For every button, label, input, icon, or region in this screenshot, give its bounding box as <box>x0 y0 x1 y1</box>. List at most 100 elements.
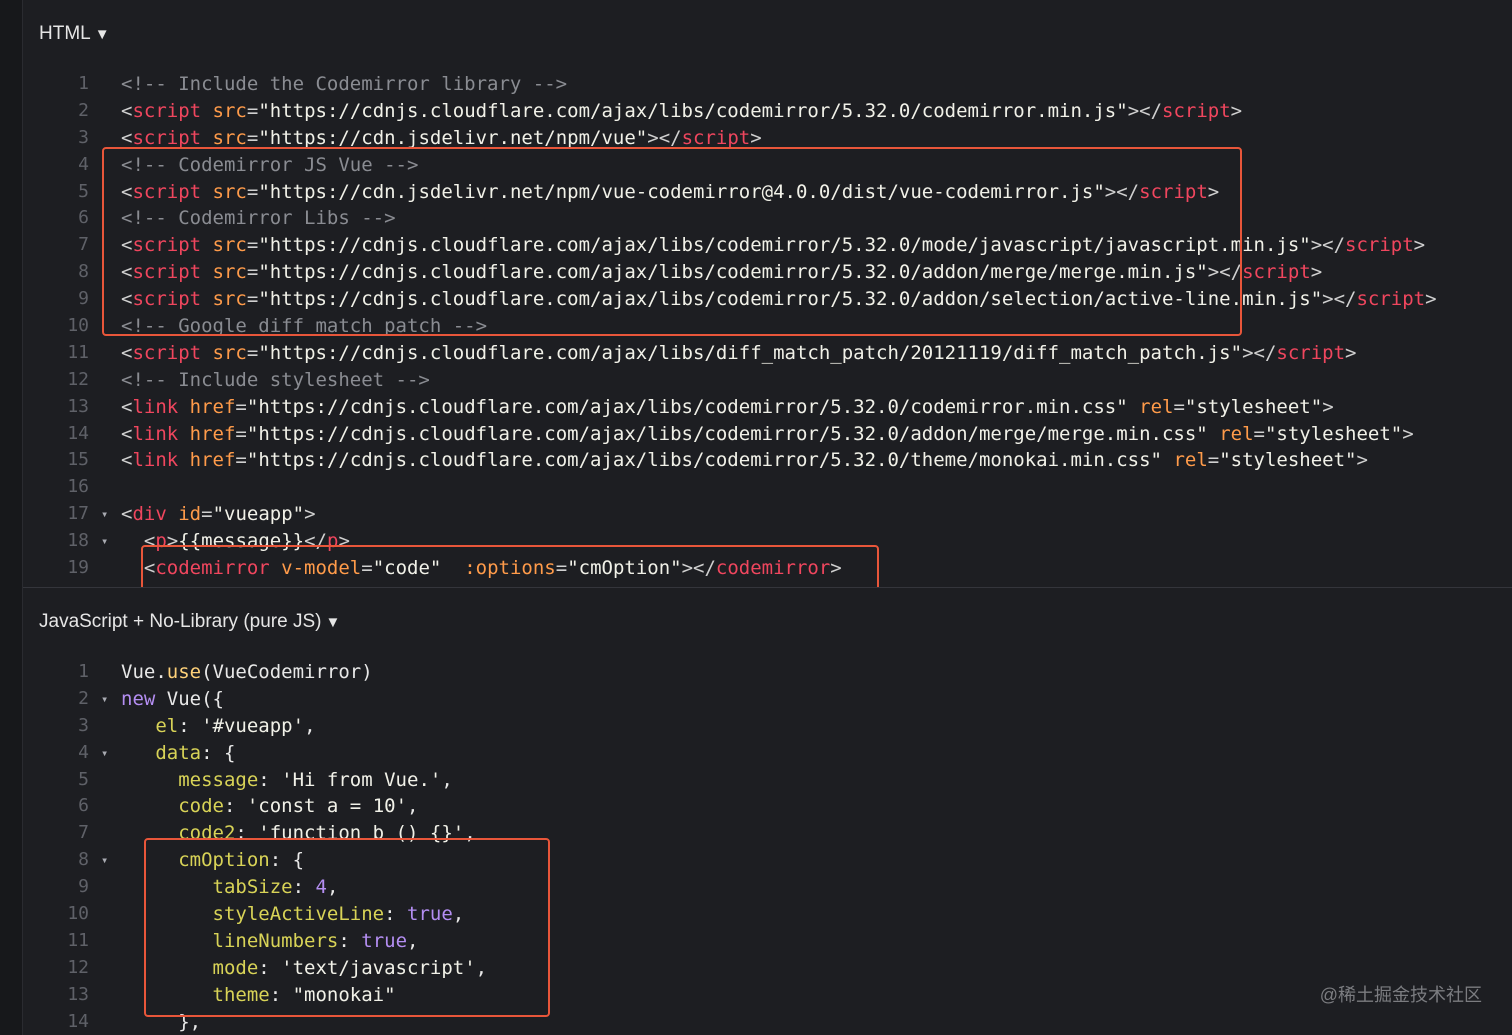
code-token: src <box>201 341 247 364</box>
code-text: <link href="https://cdnjs.cloudflare.com… <box>121 394 1334 421</box>
code-line[interactable]: 4 ▾ data: { <box>23 740 1512 767</box>
line-number: 1 <box>78 661 89 682</box>
code-line[interactable]: 18 ▾ <p>{{message}}</p> <box>23 528 1512 555</box>
code-token: > <box>1230 99 1243 122</box>
code-token: Vue. <box>121 661 167 683</box>
code-token: > <box>1207 180 1220 203</box>
code-token: > <box>338 530 350 553</box>
code-text: <script src="https://cdn.jsdelivr.net/np… <box>121 179 1219 206</box>
code-token: = <box>235 395 247 418</box>
code-token: script <box>132 261 202 284</box>
code-text: code2: 'function b () {}', <box>121 820 475 847</box>
fold-toggle-icon[interactable]: ▾ <box>101 528 108 555</box>
code-token: {{message}} <box>178 530 305 553</box>
code-line[interactable]: 9 tabSize: 4, <box>23 874 1512 901</box>
code-token: < <box>121 234 133 257</box>
code-line[interactable]: 2 <script src="https://cdnjs.cloudflare.c… <box>23 98 1512 125</box>
code-token: , <box>304 714 316 737</box>
code-line[interactable]: 16 <box>23 474 1512 501</box>
line-number: 3 <box>78 126 89 148</box>
code-token: "https://cdn.jsdelivr.net/npm/vue-codemi… <box>258 180 1105 203</box>
code-text: Vue.use(VueCodemirror) <box>121 659 373 686</box>
code-token: "https://cdnjs.cloudflare.com/ajax/libs/… <box>246 422 1208 445</box>
code-token: script <box>132 234 202 257</box>
code-line[interactable]: 2 ▾ new Vue({ <box>23 686 1512 713</box>
fold-toggle-icon[interactable]: ▾ <box>101 740 108 767</box>
code-line[interactable]: 5 message: 'Hi from Vue.', <box>23 767 1512 794</box>
code-token: script <box>132 288 202 311</box>
fold-toggle-icon[interactable]: ▾ <box>101 686 108 713</box>
code-line[interactable]: 1 <!-- Include the Codemirror library --> <box>23 71 1512 98</box>
line-number: 2 <box>78 687 89 709</box>
code-text: theme: "monokai" <box>121 982 396 1009</box>
code-token: codemirror <box>715 557 831 580</box>
code-line[interactable]: 3 <script src="https://cdn.jsdelivr.net/n… <box>23 125 1512 152</box>
code-token: "https://cdn.jsdelivr.net/npm/vue" <box>258 126 648 149</box>
code-token: < <box>121 449 133 472</box>
code-token: src <box>201 99 247 122</box>
code-line[interactable]: 14 <link href="https://cdnjs.cloudflare.c… <box>23 421 1512 448</box>
code-token: code2 <box>178 822 236 845</box>
code-token: ></ <box>1127 99 1163 122</box>
line-number: 14 <box>67 422 89 444</box>
html-pane-header[interactable]: HTML ▼ <box>39 22 110 47</box>
code-text: new Vue({ <box>121 686 224 713</box>
code-line[interactable]: 10 styleActiveLine: true, <box>23 901 1512 928</box>
code-line[interactable]: 12 mode: 'text/javascript', <box>23 955 1512 982</box>
code-line[interactable]: 17 ▾ <div id="vueapp"> <box>23 501 1512 528</box>
code-line[interactable]: 4 <!-- Codemirror JS Vue --> <box>23 152 1512 179</box>
code-line[interactable]: 13 <link href="https://cdnjs.cloudflare.c… <box>23 394 1512 421</box>
line-number: 18 <box>67 530 89 552</box>
code-line[interactable]: 8 ▾ cmOption: { <box>23 847 1512 874</box>
code-token: > <box>166 530 179 553</box>
code-token: v-model <box>269 557 362 580</box>
code-text: <!-- Google diff match patch --> <box>121 313 487 340</box>
code-token: src <box>201 180 247 203</box>
code-token: = <box>235 422 247 445</box>
code-line[interactable]: 14 }, <box>23 1009 1512 1035</box>
js-code-area[interactable]: 1 Vue.use(VueCodemirror) 2 ▾ new Vue({3 el: … <box>23 659 1512 1035</box>
code-line[interactable]: 11 lineNumbers: true, <box>23 928 1512 955</box>
code-line[interactable]: 7 <script src="https://cdnjs.cloudflare.c… <box>23 232 1512 259</box>
code-token: new <box>121 687 167 710</box>
code-token: "https://cdnjs.cloudflare.com/ajax/libs/… <box>258 341 1243 364</box>
code-text: el: '#vueapp', <box>121 713 316 740</box>
code-line[interactable]: 15 <link href="https://cdnjs.cloudflare.c… <box>23 447 1512 474</box>
code-token: ></ <box>1207 261 1243 284</box>
html-editor-pane: HTML ▼ 1 <!-- Include the Codemirror libra… <box>23 0 1512 587</box>
html-code-area[interactable]: 1 <!-- Include the Codemirror library -->… <box>23 71 1512 582</box>
code-line[interactable]: 11 <script src="https://cdnjs.cloudflare.… <box>23 340 1512 367</box>
code-token: 4 <box>315 876 327 899</box>
code-line[interactable]: 3 el: '#vueapp', <box>23 713 1512 740</box>
code-token: src <box>201 288 247 311</box>
code-line[interactable]: 5 <script src="https://cdn.jsdelivr.net/n… <box>23 179 1512 206</box>
code-text: mode: 'text/javascript', <box>121 955 488 982</box>
code-line[interactable]: 1 Vue.use(VueCodemirror) <box>23 659 1512 686</box>
code-token: , <box>475 956 488 979</box>
code-line[interactable]: 19 <codemirror v-model="code" :options="… <box>23 555 1512 582</box>
line-number: 19 <box>67 557 89 579</box>
code-token: < <box>121 180 133 203</box>
code-token: href <box>178 449 236 472</box>
fold-toggle-icon[interactable]: ▾ <box>101 501 108 528</box>
code-line[interactable]: 12 <!-- Include stylesheet --> <box>23 367 1512 394</box>
code-token: "monokai" <box>292 983 396 1006</box>
code-line[interactable]: 10 <!-- Google diff match patch --> <box>23 313 1512 340</box>
code-token: rel <box>1162 449 1208 472</box>
code-text: <script src="https://cdnjs.cloudflare.co… <box>121 232 1425 259</box>
fold-toggle-icon[interactable]: ▾ <box>101 847 108 874</box>
code-line[interactable]: 7 code2: 'function b () {}', <box>23 820 1512 847</box>
js-pane-header[interactable]: JavaScript + No-Library (pure JS) ▼ <box>39 610 340 635</box>
code-line[interactable]: 6 <!-- Codemirror Libs --> <box>23 205 1512 232</box>
code-token: "vueapp" <box>212 503 305 526</box>
code-token: href <box>178 422 236 445</box>
caret-down-icon: ▼ <box>94 26 110 43</box>
code-line[interactable]: 8 <script src="https://cdnjs.cloudflare.c… <box>23 259 1512 286</box>
caret-down-icon: ▼ <box>325 614 341 631</box>
code-token: script <box>132 180 202 203</box>
code-line[interactable]: 9 <script src="https://cdnjs.cloudflare.c… <box>23 286 1512 313</box>
code-line[interactable]: 13 theme: "monokai" <box>23 982 1512 1009</box>
code-line[interactable]: 6 code: 'const a = 10', <box>23 793 1512 820</box>
